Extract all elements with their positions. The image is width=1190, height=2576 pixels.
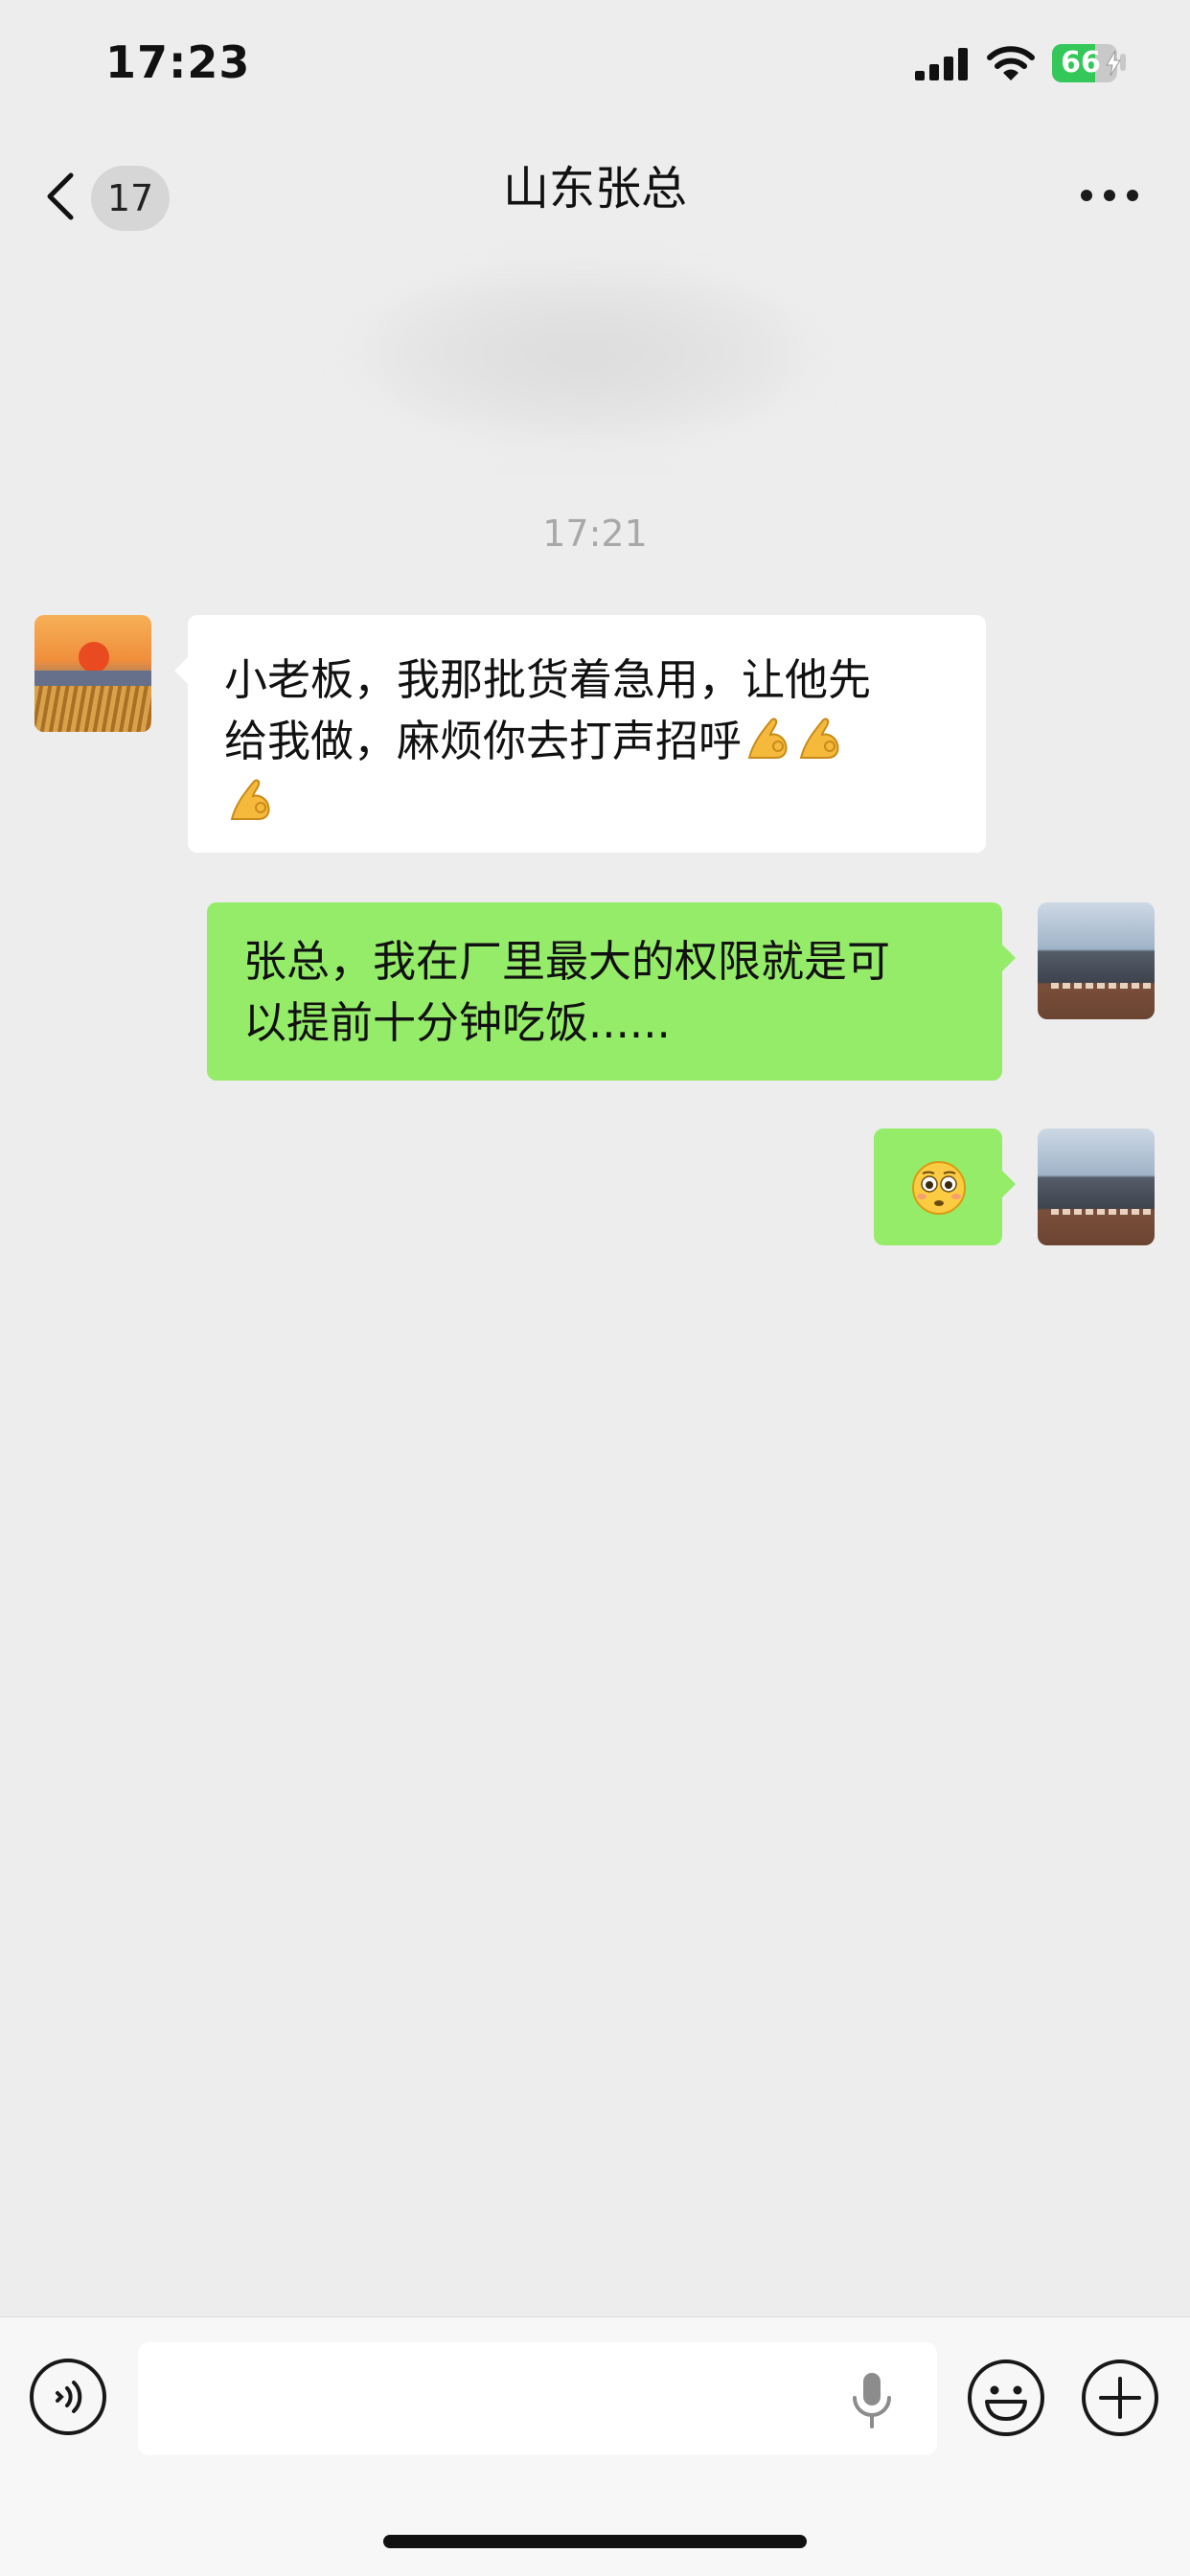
battery-level: 66 <box>1061 46 1101 80</box>
avatar-sun <box>79 642 109 672</box>
message-text-line: 小老板，我那批货着急用，让他先 <box>224 654 872 705</box>
message-input[interactable] <box>138 2342 937 2455</box>
ok-hand-emoji <box>747 718 788 759</box>
ok-hand-emoji <box>230 779 270 820</box>
battery-icon: 66 <box>1052 44 1127 82</box>
contact-avatar[interactable] <box>34 615 151 732</box>
status-time: 17:23 <box>105 36 251 88</box>
back-button[interactable]: 17 <box>38 156 182 233</box>
microphone-icon[interactable] <box>849 2371 895 2428</box>
emoji-icon[interactable] <box>966 2358 1046 2438</box>
chat-title: 山东张总 <box>502 162 687 216</box>
message-text-line: 以提前十分钟吃饭...... <box>243 997 671 1048</box>
my-avatar[interactable] <box>1038 902 1155 1019</box>
back-chevron-icon <box>47 172 74 220</box>
flushed-face-emoji <box>912 1161 966 1215</box>
plus-icon[interactable] <box>1080 2358 1160 2438</box>
status-bar: 17:23 66 <box>0 0 1190 129</box>
more-dots-icon <box>1127 190 1138 201</box>
outgoing-message-bubble[interactable]: 张总，我在厂里最大的权限就是可 以提前十分钟吃饭...... <box>207 902 1016 1081</box>
avatar-wheat-field <box>34 686 151 732</box>
signal-icon <box>915 48 968 80</box>
home-indicator[interactable] <box>383 2535 807 2548</box>
message-text-line: 给我做，麻烦你去打声招呼 <box>224 711 950 772</box>
chat-header: 17 山东张总 <box>0 129 1190 254</box>
message-timestamp: 17:21 <box>542 513 648 555</box>
incoming-message-bubble[interactable]: 小老板，我那批货着急用，让他先 给我做，麻烦你去打声招呼 <box>174 615 986 853</box>
message-text-fragment: 给我做，麻烦你去打声招呼 <box>224 716 743 766</box>
avatar-building-sign <box>1051 1209 1155 1215</box>
ok-hand-emoji <box>799 718 839 759</box>
more-dots-icon <box>1081 190 1092 201</box>
charging-bolt-icon <box>1106 51 1121 76</box>
my-avatar[interactable] <box>1038 1128 1155 1245</box>
more-dots-icon <box>1104 190 1115 201</box>
outgoing-emoji-bubble[interactable] <box>874 1128 1016 1245</box>
blurred-pinned-area <box>345 259 824 450</box>
message-text-line: 张总，我在厂里最大的权限就是可 <box>243 936 891 987</box>
voice-mode-icon[interactable] <box>29 2358 107 2436</box>
message-text-line <box>224 772 950 833</box>
unread-count-badge: 17 <box>91 166 170 231</box>
more-options-button[interactable] <box>1071 168 1148 225</box>
avatar-building-sign <box>1051 983 1155 989</box>
wifi-icon <box>987 46 1035 80</box>
